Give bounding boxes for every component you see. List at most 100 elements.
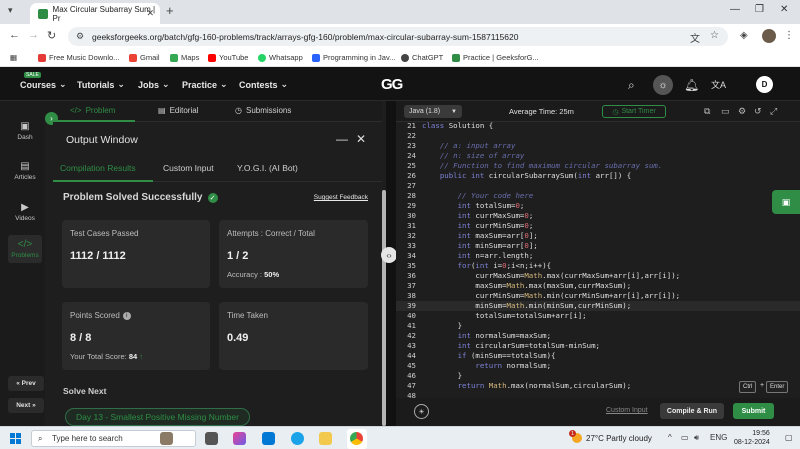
code-line[interactable]: 25 // Function to find maximum circular … xyxy=(396,161,800,171)
nav-tutorials[interactable]: Tutorials ⌄ xyxy=(77,79,125,90)
start-timer-button[interactable]: ◷ Start Timer xyxy=(602,105,666,118)
next-problem-link[interactable]: Day 13 - Smallest Positive Missing Numbe… xyxy=(65,408,250,426)
bookmark-item[interactable]: Programming in Jav... xyxy=(312,53,395,62)
code-line[interactable]: 43 int circularSum=totalSum-minSum; xyxy=(396,341,800,351)
copilot-icon[interactable] xyxy=(233,432,246,445)
bookmark-item[interactable]: Gmail xyxy=(129,53,160,62)
code-line[interactable]: 44 if (minSum==totalSum){ xyxy=(396,351,800,361)
code-line[interactable]: 33 int minSum=arr[0]; xyxy=(396,241,800,251)
reload-icon[interactable]: ↻ xyxy=(47,29,56,42)
custom-input-link[interactable]: Custom Input xyxy=(606,407,648,414)
nav-practice[interactable]: Practice ⌄ xyxy=(182,79,228,90)
theme-toggle-icon[interactable]: ☼ xyxy=(653,75,673,95)
forward-icon[interactable]: → xyxy=(28,29,39,41)
new-tab-icon[interactable]: + xyxy=(166,3,174,18)
bookmark-item[interactable]: Maps xyxy=(170,53,199,62)
tab-search-icon[interactable]: ▾ xyxy=(8,5,22,19)
minimize-panel-icon[interactable]: — xyxy=(336,132,348,146)
notification-bell-icon[interactable]: 🔔︎ xyxy=(684,78,699,92)
bookmark-star-icon[interactable]: ☆ xyxy=(710,30,719,41)
fullscreen-icon[interactable]: ⤢ xyxy=(770,106,777,117)
restore-icon[interactable]: ❐ xyxy=(755,4,764,15)
bookmark-item[interactable]: ChatGPT xyxy=(401,53,443,62)
code-line[interactable]: 37 maxSum=Math.max(maxSum,currMaxSum); xyxy=(396,281,800,291)
nav-jobs[interactable]: Jobs ⌄ xyxy=(138,79,170,90)
nav-courses[interactable]: Courses ⌄ xyxy=(20,79,67,90)
suggest-feedback-link[interactable]: Suggest Feedback xyxy=(314,194,368,201)
panel-splitter[interactable] xyxy=(386,101,396,426)
sidebar-item-dash[interactable]: ▣ Dash xyxy=(8,121,42,141)
bookmark-item[interactable]: Practice | GeeksforG... xyxy=(452,53,539,62)
tab-problem[interactable]: </> Problem xyxy=(70,106,115,115)
store-icon[interactable] xyxy=(262,432,275,445)
translate-language-icon[interactable]: 文A xyxy=(711,78,726,91)
translate-icon[interactable]: 文 xyxy=(690,30,700,45)
code-line[interactable]: 26 public int circularSubarraySum(int ar… xyxy=(396,171,800,181)
code-line[interactable]: 31 int currMinSum=0; xyxy=(396,221,800,231)
bookmark-item[interactable]: Whatsapp xyxy=(258,53,303,62)
bookmark-item[interactable]: YouTube xyxy=(208,53,248,62)
code-line[interactable]: 45 return normalSum; xyxy=(396,361,800,371)
code-line[interactable]: 32 int maxSum=arr[0]; xyxy=(396,231,800,241)
user-avatar[interactable]: D xyxy=(756,76,773,93)
code-line[interactable]: 21 class Solution { xyxy=(396,122,800,131)
search-highlight-icon[interactable] xyxy=(160,432,173,445)
close-panel-icon[interactable]: ✕ xyxy=(356,132,366,146)
browser-menu-icon[interactable]: ⋮ xyxy=(784,30,794,41)
profile-avatar[interactable] xyxy=(762,29,776,43)
tab-compilation-results[interactable]: Compilation Results xyxy=(60,163,136,173)
code-line[interactable]: 22 xyxy=(396,131,800,141)
code-line[interactable]: 27 xyxy=(396,181,800,191)
code-line[interactable]: 35 for(int i=0;i<n;i++){ xyxy=(396,261,800,271)
resize-handle-icon[interactable]: ‹› xyxy=(381,247,397,263)
apps-grid-icon[interactable]: ▦ xyxy=(10,53,17,62)
copy-icon[interactable]: ⧉ xyxy=(704,106,710,117)
browser-tab[interactable]: Max Circular Subarray Sum | Pr ✕ xyxy=(30,3,160,24)
language-indicator[interactable]: ENG xyxy=(710,433,727,442)
sidebar-item-videos[interactable]: ▶ Videos xyxy=(8,202,42,222)
code-line[interactable]: 38 currMinSum=Math.min(currMinSum+arr[i]… xyxy=(396,291,800,301)
code-line[interactable]: 34 int n=arr.length; xyxy=(396,251,800,261)
minimize-icon[interactable]: — xyxy=(730,4,740,15)
gfg-logo[interactable]: GG xyxy=(381,76,403,93)
tab-custom-input[interactable]: Custom Input xyxy=(163,163,214,173)
site-info-icon[interactable]: ⚙ xyxy=(76,31,84,42)
code-editor[interactable]: 21 class Solution {22 23 // a: input array… xyxy=(396,122,800,398)
search-icon[interactable]: ⌕ xyxy=(628,78,635,93)
code-line[interactable]: 42 int normalSum=maxSum; xyxy=(396,331,800,341)
code-line[interactable]: 28 // Your code here xyxy=(396,191,800,201)
hint-bulb-icon[interactable]: ☀ xyxy=(414,404,429,419)
compile-run-button[interactable]: Compile & Run xyxy=(660,403,724,419)
volume-icon[interactable]: 🔊︎ xyxy=(694,433,699,443)
code-line[interactable]: 39 minSum=Math.min(minSum,currMinSum); xyxy=(396,301,800,311)
window-close-icon[interactable]: ✕ xyxy=(780,4,788,15)
submit-button[interactable]: Submit xyxy=(733,403,774,419)
chat-icon[interactable]: ▣ xyxy=(772,190,800,214)
back-icon[interactable]: ← xyxy=(9,29,20,41)
code-line[interactable]: 29 int totalSum=0; xyxy=(396,201,800,211)
windows-start-icon[interactable] xyxy=(10,433,21,444)
weather-widget[interactable]: 1 27°C Partly cloudy xyxy=(569,430,652,443)
code-line[interactable]: 40 totalSum=totalSum+arr[i]; xyxy=(396,311,800,321)
settings-icon[interactable]: ⚙ xyxy=(738,106,746,117)
reset-icon[interactable]: ↺ xyxy=(754,106,762,117)
tab-submissions[interactable]: ◷ Submissions xyxy=(235,106,291,115)
edge-icon[interactable] xyxy=(291,432,304,445)
tab-close-icon[interactable]: ✕ xyxy=(146,8,154,19)
url-bar[interactable]: ⚙ geeksforgeeks.org/batch/gfg-160-proble… xyxy=(68,27,728,46)
code-line[interactable]: 46 } xyxy=(396,371,800,381)
code-line[interactable]: 24 // n: size of array xyxy=(396,151,800,161)
network-icon[interactable]: ▭ xyxy=(681,433,689,442)
tray-chevron-icon[interactable]: ^ xyxy=(668,433,672,442)
code-line[interactable]: 41 } xyxy=(396,321,800,331)
next-button[interactable]: Next » xyxy=(8,398,44,413)
extensions-icon[interactable]: ◈ xyxy=(740,30,748,41)
notifications-icon[interactable]: ▢ xyxy=(785,433,793,442)
nav-contests[interactable]: Contests ⌄ xyxy=(239,79,288,90)
language-select[interactable]: Java (1.8) ▼ xyxy=(404,105,462,118)
clock[interactable]: 19:56 08-12-2024 xyxy=(734,429,770,447)
prev-button[interactable]: « Prev xyxy=(8,376,44,391)
file-explorer-icon[interactable] xyxy=(319,432,332,445)
code-line[interactable]: 30 int currMaxSum=0; xyxy=(396,211,800,221)
save-icon[interactable]: ▭ xyxy=(721,106,730,117)
